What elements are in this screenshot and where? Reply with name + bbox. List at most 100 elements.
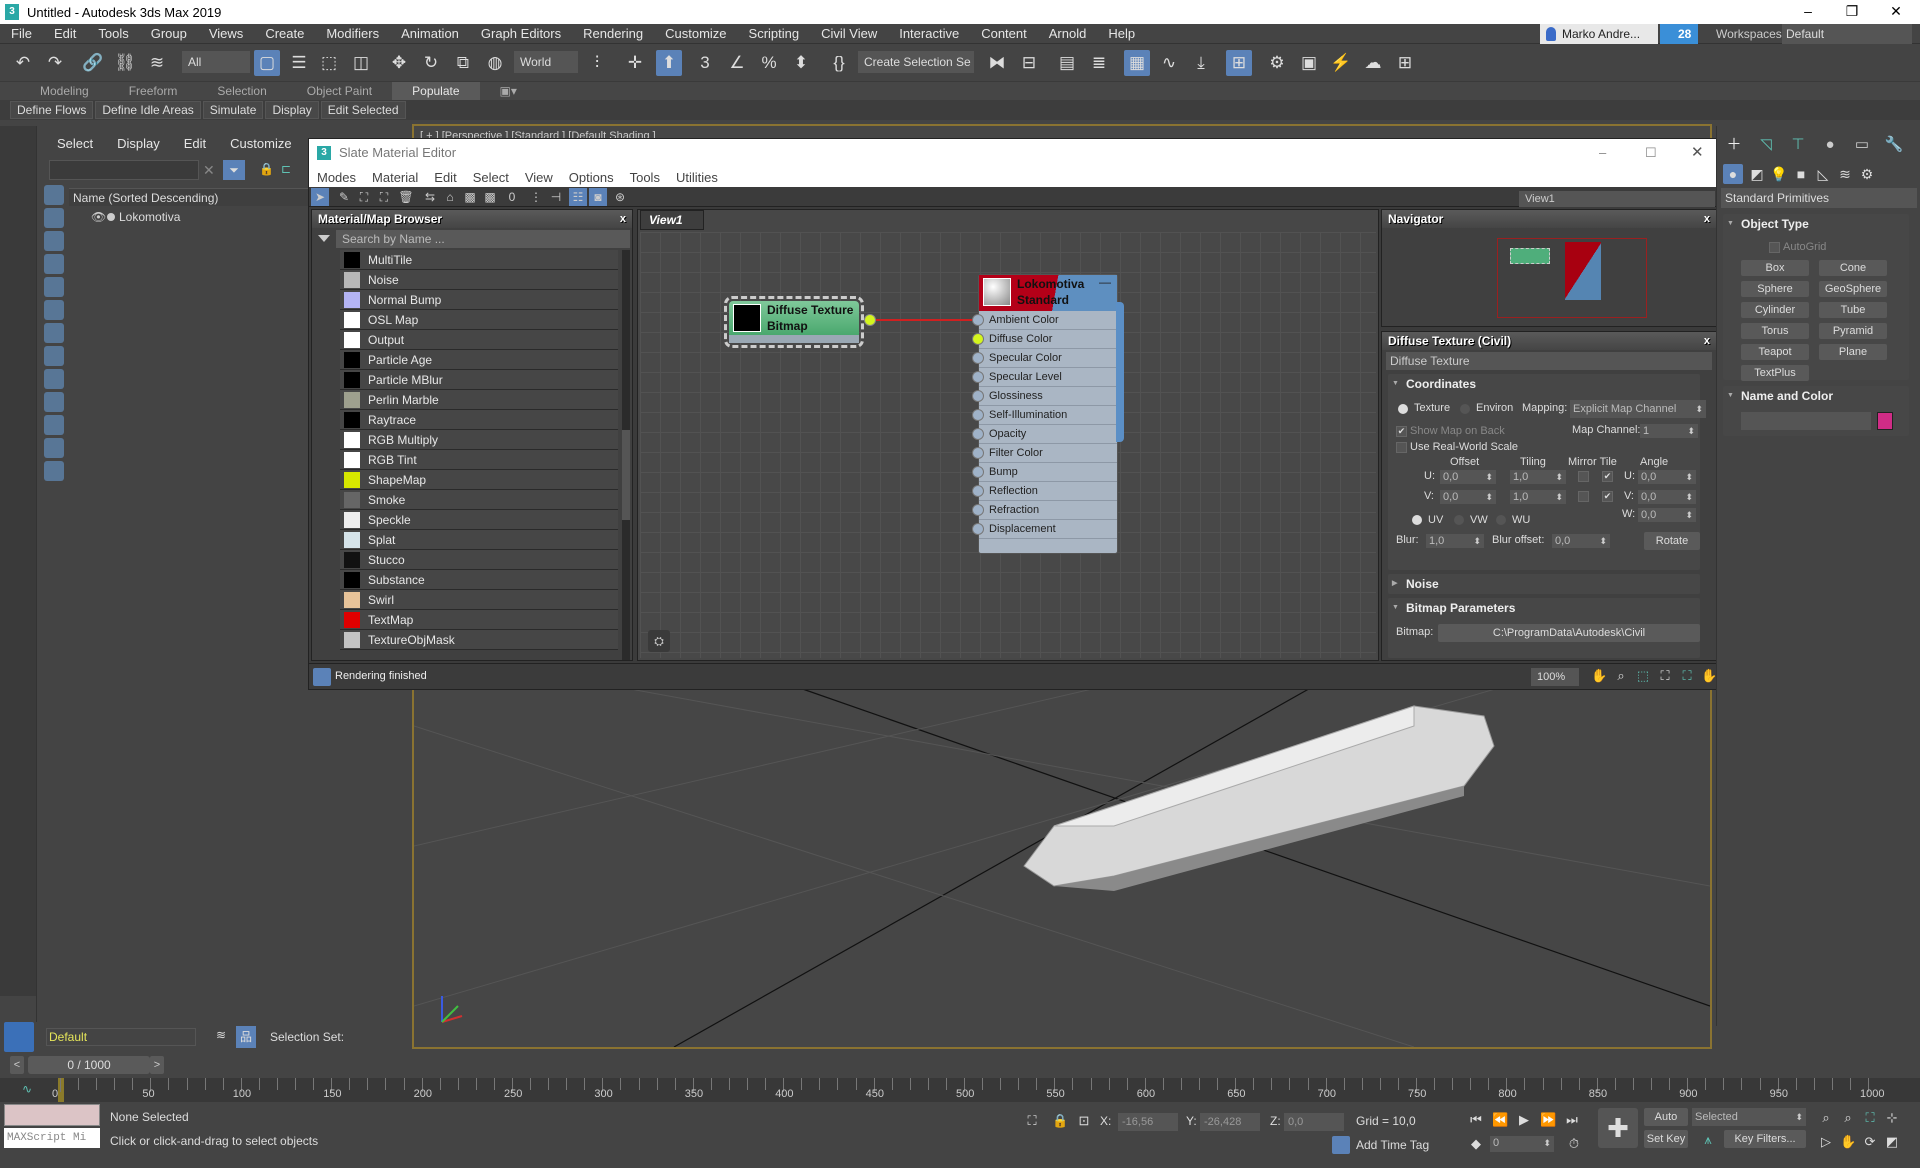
angle-w-spinner[interactable]: 0,0 <box>1638 508 1696 522</box>
menu-graph-editors[interactable]: Graph Editors <box>470 26 572 41</box>
menu-scripting[interactable]: Scripting <box>738 26 811 41</box>
textplus-button[interactable]: TextPlus <box>1741 365 1809 381</box>
browser-item[interactable]: Raytrace <box>340 410 618 430</box>
box-button[interactable]: Box <box>1741 260 1809 276</box>
sme-menu-select[interactable]: Select <box>465 170 517 185</box>
geosphere-button[interactable]: GeoSphere <box>1819 281 1887 297</box>
x-coordinate[interactable]: -16,56 <box>1118 1113 1178 1131</box>
parameter-editor-toggle-icon[interactable]: ◙ <box>589 188 607 206</box>
offset-v-spinner[interactable]: 0,0 <box>1440 490 1496 504</box>
material-slot-glossiness[interactable]: Glossiness <box>972 387 1117 406</box>
material-browser-toggle-icon[interactable]: ☷ <box>569 188 587 206</box>
field-of-view-icon[interactable]: ▷ <box>1818 1134 1834 1150</box>
sme-minimize-button[interactable]: – <box>1599 139 1606 167</box>
browser-item[interactable]: Stucco <box>340 550 618 570</box>
menu-views[interactable]: Views <box>198 26 254 41</box>
reset-map-icon[interactable]: ⛶ <box>375 188 393 206</box>
browser-scrollbar[interactable] <box>622 250 630 660</box>
menu-modifiers[interactable]: Modifiers <box>315 26 390 41</box>
browser-item[interactable]: RGB Tint <box>340 450 618 470</box>
uv-radio[interactable] <box>1412 515 1422 525</box>
torus-button[interactable]: Torus <box>1741 323 1809 339</box>
render-production-icon[interactable]: ⚡ <box>1328 50 1354 76</box>
angle-u-spinner[interactable]: 0,0 <box>1638 470 1696 484</box>
browser-item[interactable]: OSL Map <box>340 310 618 330</box>
unlink-icon[interactable]: ⛓ <box>112 50 138 76</box>
sme-menu-options[interactable]: Options <box>561 170 622 185</box>
browser-close-icon[interactable]: x <box>620 210 626 228</box>
next-frame-button[interactable]: > <box>150 1056 164 1074</box>
input-socket[interactable] <box>972 390 984 402</box>
pivot-center-icon[interactable]: ⫶ <box>584 50 610 76</box>
angle-snap-icon[interactable]: ∠ <box>724 50 750 76</box>
key-tangent-icon[interactable]: ⩚ <box>1700 1132 1716 1148</box>
material-editor-icon[interactable]: ⊞ <box>1226 50 1252 76</box>
connection-wire[interactable] <box>876 319 980 321</box>
utilities-tab-icon[interactable]: 🔧 <box>1879 132 1909 158</box>
select-by-material-icon[interactable]: ⊛ <box>611 188 629 206</box>
shapes-icon[interactable]: ◩ <box>1747 164 1767 184</box>
sme-maximize-button[interactable]: ☐ <box>1645 139 1657 167</box>
lights-icon[interactable]: 💡 <box>1769 164 1789 184</box>
input-socket[interactable] <box>972 523 984 535</box>
tab-object-paint[interactable]: Object Paint <box>287 82 392 100</box>
define-flows-button[interactable]: Define Flows <box>10 101 94 119</box>
blur-spinner[interactable]: 1,0 <box>1426 534 1484 548</box>
select-by-name-icon[interactable]: ☰ <box>286 50 312 76</box>
material-slot-diffuse-color[interactable]: Diffuse Color <box>972 330 1117 349</box>
input-socket[interactable] <box>972 409 984 421</box>
tab-freeform[interactable]: Freeform <box>109 82 198 100</box>
tiling-v-spinner[interactable]: 1,0 <box>1510 490 1566 504</box>
menu-create[interactable]: Create <box>254 26 315 41</box>
mapping-dropdown[interactable]: Explicit Map Channel <box>1570 400 1706 418</box>
go-to-end-icon[interactable]: ⏭ <box>1564 1112 1580 1128</box>
material-slot-specular-level[interactable]: Specular Level <box>972 368 1117 387</box>
key-mode-icon[interactable]: ◆ <box>1468 1136 1484 1152</box>
sme-menu-modes[interactable]: Modes <box>309 170 364 185</box>
browser-item[interactable]: Particle Age <box>340 350 618 370</box>
background-icon[interactable]: ▩ <box>481 188 499 206</box>
real-world-scale-checkbox[interactable] <box>1396 442 1407 453</box>
material-slot-bump[interactable]: Bump <box>972 463 1117 482</box>
show-shaded-icon[interactable]: ▩ <box>461 188 479 206</box>
maxscript-listener[interactable] <box>4 1104 100 1126</box>
snaps-toggle-icon[interactable]: 3 <box>692 50 718 76</box>
tube-button[interactable]: Tube <box>1819 302 1887 318</box>
eyedropper-icon[interactable]: ✎ <box>335 188 353 206</box>
menu-group[interactable]: Group <box>140 26 198 41</box>
object-type-header[interactable]: Object Type <box>1723 214 1909 234</box>
sme-menu-utilities[interactable]: Utilities <box>668 170 726 185</box>
sme-menu-view[interactable]: View <box>517 170 561 185</box>
sample-uv-icon[interactable]: 0 <box>503 188 521 206</box>
blur-offset-spinner[interactable]: 0,0 <box>1552 534 1610 548</box>
render-shortcuts-icon[interactable]: ⊞ <box>1392 50 1418 76</box>
select-manipulate-icon[interactable]: ✛ <box>622 50 648 76</box>
browser-search-input[interactable]: Search by Name ... <box>318 230 630 248</box>
curve-editor-icon[interactable]: ∿ <box>1156 50 1182 76</box>
visibility-eye-icon[interactable]: 👁 <box>91 208 106 226</box>
key-mode-dropdown[interactable]: Selected <box>1692 1108 1806 1126</box>
sme-close-button[interactable]: ✕ <box>1691 139 1704 167</box>
hierarchy-icon[interactable]: ⊏ <box>281 162 291 176</box>
scale-icon[interactable]: ⧉ <box>450 50 476 76</box>
pan-viewport-icon[interactable]: ✋ <box>1840 1134 1856 1150</box>
scene-menu-customize[interactable]: Customize <box>230 136 291 151</box>
play-icon[interactable]: ▶ <box>1516 1112 1532 1128</box>
material-slot-self-illumination[interactable]: Self-Illumination <box>972 406 1117 425</box>
z-coordinate[interactable]: 0,0 <box>1284 1113 1344 1131</box>
tab-modeling[interactable]: Modeling <box>20 82 109 100</box>
prev-frame-button[interactable]: < <box>10 1056 24 1074</box>
browser-item[interactable]: Splat <box>340 530 618 550</box>
user-account-dropdown[interactable]: Marko Andre... <box>1540 24 1658 44</box>
isolate-selection-icon[interactable]: ⛶ <box>1024 1113 1040 1129</box>
material-output-socket[interactable] <box>1116 302 1124 442</box>
tab-view1[interactable]: View1 <box>640 210 704 230</box>
minimize-button[interactable]: – <box>1786 0 1830 24</box>
scene-explorer-icon[interactable]: ▤ <box>1054 50 1080 76</box>
material-slot-displacement[interactable]: Displacement <box>972 520 1117 539</box>
mirror-v-checkbox[interactable] <box>1578 491 1589 502</box>
render-setup-icon[interactable]: ⚙ <box>1264 50 1290 76</box>
bitmap-parameters-header[interactable]: Bitmap Parameters <box>1388 598 1700 618</box>
set-key-button[interactable]: Set Key <box>1644 1130 1688 1148</box>
add-time-tag-button[interactable]: Add Time Tag <box>1356 1138 1429 1152</box>
